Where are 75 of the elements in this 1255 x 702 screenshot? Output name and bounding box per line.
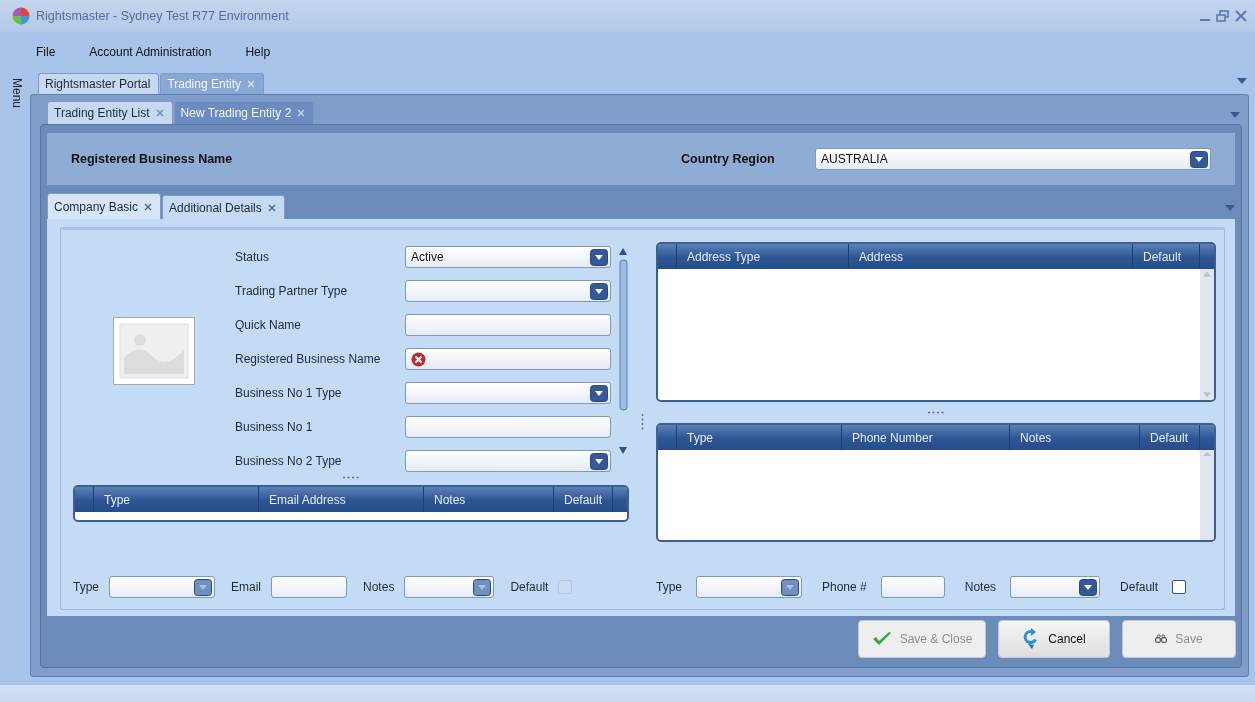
input-field[interactable] — [271, 576, 348, 598]
caret-icon[interactable] — [1079, 578, 1098, 596]
caret-icon[interactable] — [1190, 150, 1208, 168]
field-label: Type — [656, 579, 682, 596]
field-label: Business No 2 Type — [235, 453, 343, 470]
input-field[interactable] — [405, 416, 611, 438]
dropdown[interactable] — [1010, 576, 1101, 598]
overflow-arrow-icon[interactable] — [1230, 112, 1240, 118]
dropdown[interactable] — [405, 382, 611, 404]
input-field[interactable] — [405, 314, 611, 336]
column-header[interactable]: Notes — [1009, 425, 1139, 450]
field-label: Business No 1 Type — [235, 385, 343, 402]
overflow-arrow-icon[interactable] — [1225, 205, 1235, 211]
image-placeholder-icon[interactable] — [113, 317, 195, 385]
close-icon[interactable] — [144, 202, 153, 211]
splitter-grip[interactable] — [641, 413, 644, 430]
column-header[interactable]: Phone Number — [841, 425, 1009, 450]
caret-icon[interactable] — [590, 384, 608, 402]
overflow-arrow-icon[interactable] — [1237, 78, 1247, 84]
field-label: Notes — [363, 579, 395, 596]
close-icon[interactable] — [1235, 10, 1247, 22]
field-label: Status — [235, 249, 271, 266]
grid-corner — [1199, 244, 1214, 269]
tab[interactable]: Trading Entity List — [47, 101, 173, 124]
column-header[interactable]: Email Address — [258, 487, 423, 512]
column-header[interactable]: Address Type — [676, 244, 848, 269]
field-label: Quick Name — [235, 317, 303, 334]
tab[interactable]: Additional Details — [162, 195, 285, 219]
window-title: Rightsmaster - Sydney Test R77 Environment — [36, 9, 290, 23]
column-header[interactable]: Address — [848, 244, 1132, 269]
app-logo-icon — [12, 7, 30, 25]
field-label: Default — [1120, 579, 1159, 596]
column-header[interactable]: Notes — [423, 487, 553, 512]
country-dropdown[interactable]: AUSTRALIA — [815, 148, 1211, 170]
dropdown[interactable] — [405, 450, 611, 472]
grid-corner — [1199, 425, 1214, 450]
form-title: Registered Business Name — [71, 152, 234, 166]
caret-icon[interactable] — [590, 282, 608, 300]
field-label: Default — [510, 579, 549, 596]
dropdown[interactable] — [405, 280, 611, 302]
action-button[interactable]: Cancel — [998, 619, 1110, 658]
field-label: Notes — [964, 579, 997, 596]
field-label: Registered Business Name — [235, 351, 382, 368]
checkbox[interactable] — [1172, 580, 1187, 594]
check-icon — [871, 630, 892, 647]
tab[interactable]: Company Basic — [47, 193, 162, 219]
side-panel-tab[interactable]: Menu — [10, 72, 24, 109]
caret-icon[interactable] — [590, 248, 608, 266]
binoculars-icon — [1155, 634, 1168, 643]
scrollbar[interactable] — [1200, 269, 1214, 400]
field-label: Type — [73, 579, 99, 596]
menu-item[interactable]: Help — [245, 45, 271, 59]
close-icon[interactable] — [267, 203, 276, 212]
field-label: Trading Partner Type — [235, 283, 349, 300]
tab[interactable]: New Trading Entity 2 — [173, 101, 315, 124]
close-icon[interactable] — [155, 109, 164, 117]
input-field[interactable] — [405, 348, 611, 370]
menu-item[interactable]: Account Administration — [89, 45, 212, 59]
field-label: Business No 1 — [235, 419, 314, 436]
field-label: Country Region — [681, 152, 776, 166]
tab[interactable]: Rightsmaster Portal — [38, 73, 160, 94]
caret-icon[interactable] — [590, 452, 608, 470]
menu-item[interactable]: File — [36, 45, 56, 59]
restore-icon[interactable] — [1216, 10, 1229, 22]
column-header[interactable]: Type — [93, 487, 258, 512]
input-field[interactable] — [880, 576, 945, 598]
splitter-grip[interactable] — [928, 411, 944, 414]
scrollbar[interactable] — [617, 246, 629, 456]
dropdown[interactable]: Active — [405, 246, 611, 268]
column-header[interactable]: Type — [676, 425, 841, 450]
field-label: Phone # — [822, 579, 867, 596]
scrollbar[interactable] — [1200, 450, 1214, 540]
splitter-grip[interactable] — [343, 476, 359, 479]
grid-corner — [612, 487, 627, 512]
field-label: Email — [231, 579, 262, 596]
